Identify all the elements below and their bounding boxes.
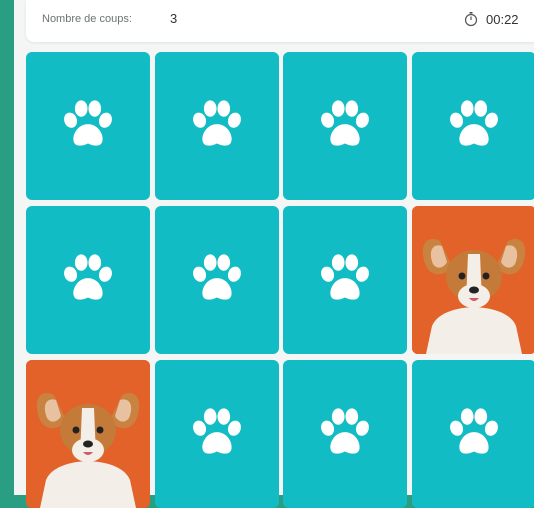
paw-icon bbox=[443, 403, 505, 465]
moves-count: 3 bbox=[170, 11, 177, 26]
timer: 00:22 bbox=[464, 11, 519, 27]
paw-icon bbox=[57, 95, 119, 157]
paw-icon bbox=[186, 403, 248, 465]
moves-label: Nombre de coups: bbox=[42, 13, 132, 25]
paw-icon bbox=[314, 95, 376, 157]
card-hidden[interactable] bbox=[155, 52, 279, 200]
paw-icon bbox=[443, 95, 505, 157]
paw-icon bbox=[314, 403, 376, 465]
stopwatch-icon bbox=[464, 11, 478, 27]
paw-icon bbox=[186, 249, 248, 311]
corgi-image bbox=[26, 360, 150, 508]
card-hidden[interactable] bbox=[412, 52, 534, 200]
card-hidden[interactable] bbox=[155, 206, 279, 354]
card-hidden[interactable] bbox=[283, 206, 407, 354]
card-revealed[interactable] bbox=[26, 360, 150, 508]
card-hidden[interactable] bbox=[283, 52, 407, 200]
paw-icon bbox=[57, 249, 119, 311]
corgi-image bbox=[412, 206, 534, 354]
card-hidden[interactable] bbox=[26, 206, 150, 354]
game-header: Nombre de coups: 3 00:22 bbox=[26, 0, 534, 42]
card-hidden[interactable] bbox=[26, 52, 150, 200]
card-hidden[interactable] bbox=[155, 360, 279, 508]
paw-icon bbox=[314, 249, 376, 311]
card-revealed[interactable] bbox=[412, 206, 534, 354]
card-hidden[interactable] bbox=[412, 360, 534, 508]
paw-icon bbox=[186, 95, 248, 157]
timer-value: 00:22 bbox=[486, 12, 519, 27]
card-hidden[interactable] bbox=[283, 360, 407, 508]
